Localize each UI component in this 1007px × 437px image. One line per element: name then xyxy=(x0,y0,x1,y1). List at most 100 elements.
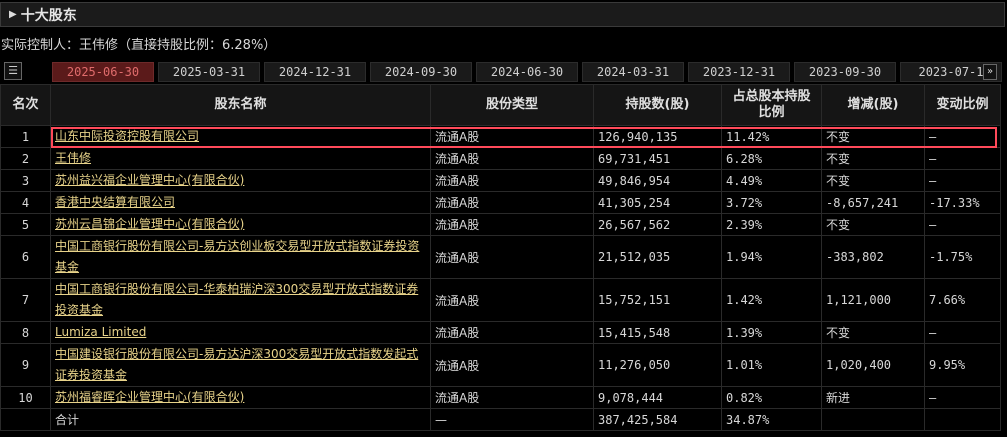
triangle-right-icon: ▶ xyxy=(9,9,17,20)
cell-change-ratio: — xyxy=(924,147,1001,170)
table-row: 2 王伟修 流通A股 69,731,451 6.28% 不变 — xyxy=(0,147,1001,170)
cell-shares: 69,731,451 xyxy=(593,147,722,170)
cell-change: 新进 xyxy=(821,386,925,409)
cell-rank: 6 xyxy=(0,235,51,279)
cell-change: -383,802 xyxy=(821,235,925,279)
actual-controller-info: 实际控制人：王伟修（直接持股比例：6.28%） xyxy=(1,38,277,53)
cell-change: 1,020,400 xyxy=(821,343,925,387)
cell-change: 不变 xyxy=(821,321,925,344)
list-menu-icon[interactable]: ☰ xyxy=(4,62,22,80)
cell-shareholder-name[interactable]: Lumiza Limited xyxy=(50,321,431,344)
tab-period[interactable]: 2024-03-31 xyxy=(582,62,684,82)
cell-ratio: 11.42% xyxy=(721,125,822,148)
header-ratio[interactable]: 占总股本持股比例 xyxy=(721,84,822,126)
cell-ratio: 3.72% xyxy=(721,191,822,214)
cell-ratio: 2.39% xyxy=(721,213,822,236)
tab-period[interactable]: 2024-12-31 xyxy=(264,62,366,82)
top-shareholders-table: 名次 股东名称 股份类型 持股数(股) 占总股本持股比例 增减(股) 变动比例 … xyxy=(0,84,1001,431)
cell-shares: 387,425,584 xyxy=(593,408,722,431)
cell-shares: 26,567,562 xyxy=(593,213,722,236)
tab-period[interactable]: 2023-09-30 xyxy=(794,62,896,82)
cell-total-label: 合计 xyxy=(50,408,431,431)
cell-shares: 11,276,050 xyxy=(593,343,722,387)
header-type[interactable]: 股份类型 xyxy=(430,84,594,126)
cell-change: -8,657,241 xyxy=(821,191,925,214)
table-row: 8 Lumiza Limited 流通A股 15,415,548 1.39% 不变 — xyxy=(0,321,1001,344)
cell-change: 1,121,000 xyxy=(821,278,925,322)
header-shares[interactable]: 持股数(股) xyxy=(593,84,722,126)
cell-change-ratio: — xyxy=(924,169,1001,192)
header-rank[interactable]: 名次 xyxy=(0,84,51,126)
tab-period[interactable]: 2025-03-31 xyxy=(158,62,260,82)
cell-share-type: — xyxy=(430,408,594,431)
table-row: 10 苏州福睿晖企业管理中心(有限合伙) 流通A股 9,078,444 0.82% 新进 — xyxy=(0,386,1001,409)
cell-shareholder-name[interactable]: 中国工商银行股份有限公司-华泰柏瑞沪深300交易型开放式指数证券投资基金 xyxy=(50,278,431,322)
cell-change: 不变 xyxy=(821,125,925,148)
table-header-row: 名次 股东名称 股份类型 持股数(股) 占总股本持股比例 增减(股) 变动比例 xyxy=(0,84,1001,126)
table-row: 1 山东中际投资控股有限公司 流通A股 126,940,135 11.42% 不变 — xyxy=(0,125,1001,148)
table-row: 7 中国工商银行股份有限公司-华泰柏瑞沪深300交易型开放式指数证券投资基金 流通A… xyxy=(0,278,1001,322)
cell-rank: 3 xyxy=(0,169,51,192)
cell-ratio: 34.87% xyxy=(721,408,822,431)
cell-ratio: 6.28% xyxy=(721,147,822,170)
section-header[interactable]: ▶ 十大股东 xyxy=(0,2,1005,27)
cell-change: 不变 xyxy=(821,169,925,192)
cell-shares: 21,512,035 xyxy=(593,235,722,279)
cell-change-ratio: — xyxy=(924,125,1001,148)
cell-share-type: 流通A股 xyxy=(430,169,594,192)
cell-change-ratio: — xyxy=(924,321,1001,344)
cell-rank: 7 xyxy=(0,278,51,322)
cell-shareholder-name[interactable]: 苏州益兴福企业管理中心(有限合伙) xyxy=(50,169,431,192)
cell-rank: 4 xyxy=(0,191,51,214)
cell-ratio: 0.82% xyxy=(721,386,822,409)
cell-rank: 9 xyxy=(0,343,51,387)
cell-shareholder-name[interactable]: 香港中央结算有限公司 xyxy=(50,191,431,214)
cell-shareholder-name[interactable]: 苏州云昌锦企业管理中心(有限合伙) xyxy=(50,213,431,236)
table-row: 3 苏州益兴福企业管理中心(有限合伙) 流通A股 49,846,954 4.49% 不变 — xyxy=(0,169,1001,192)
cell-share-type: 流通A股 xyxy=(430,147,594,170)
cell-rank: 8 xyxy=(0,321,51,344)
cell-shares: 15,752,151 xyxy=(593,278,722,322)
cell-share-type: 流通A股 xyxy=(430,191,594,214)
double-chevron-right-icon[interactable]: » xyxy=(983,64,997,80)
cell-shareholder-name[interactable]: 中国建设银行股份有限公司-易方达沪深300交易型开放式指数发起式证券投资基金 xyxy=(50,343,431,387)
cell-change xyxy=(821,408,925,431)
cell-rank: 2 xyxy=(0,147,51,170)
header-change[interactable]: 增减(股) xyxy=(821,84,925,126)
cell-change-ratio: -17.33% xyxy=(924,191,1001,214)
cell-shareholder-name[interactable]: 苏州福睿晖企业管理中心(有限合伙) xyxy=(50,386,431,409)
cell-change-ratio: 9.95% xyxy=(924,343,1001,387)
tab-period[interactable]: 2024-06-30 xyxy=(476,62,578,82)
table-row: 5 苏州云昌锦企业管理中心(有限合伙) 流通A股 26,567,562 2.39% 不变 — xyxy=(0,213,1001,236)
cell-shareholder-name[interactable]: 王伟修 xyxy=(50,147,431,170)
tab-period[interactable]: 2024-09-30 xyxy=(370,62,472,82)
cell-rank xyxy=(0,408,51,431)
cell-shares: 41,305,254 xyxy=(593,191,722,214)
cell-shares: 126,940,135 xyxy=(593,125,722,148)
cell-shareholder-name[interactable]: 山东中际投资控股有限公司 xyxy=(50,125,431,148)
period-tabs: 2025-06-30 2025-03-31 2024-12-31 2024-09-30… xyxy=(52,62,1006,82)
cell-share-type: 流通A股 xyxy=(430,321,594,344)
cell-ratio: 4.49% xyxy=(721,169,822,192)
cell-change: 不变 xyxy=(821,147,925,170)
cell-change-ratio: — xyxy=(924,386,1001,409)
cell-change-ratio: 7.66% xyxy=(924,278,1001,322)
cell-share-type: 流通A股 xyxy=(430,125,594,148)
cell-ratio: 1.01% xyxy=(721,343,822,387)
cell-share-type: 流通A股 xyxy=(430,213,594,236)
header-name[interactable]: 股东名称 xyxy=(50,84,431,126)
cell-shareholder-name[interactable]: 中国工商银行股份有限公司-易方达创业板交易型开放式指数证券投资基金 xyxy=(50,235,431,279)
cell-shares: 15,415,548 xyxy=(593,321,722,344)
table-total-row: 合计 —387,425,584 34.87% xyxy=(0,408,1001,431)
cell-rank: 5 xyxy=(0,213,51,236)
tab-period[interactable]: 2023-12-31 xyxy=(688,62,790,82)
table-row: 9 中国建设银行股份有限公司-易方达沪深300交易型开放式指数发起式证券投资基金流… xyxy=(0,343,1001,387)
cell-share-type: 流通A股 xyxy=(430,235,594,279)
header-change-ratio[interactable]: 变动比例 xyxy=(924,84,1001,126)
cell-share-type: 流通A股 xyxy=(430,386,594,409)
cell-ratio: 1.94% xyxy=(721,235,822,279)
tab-period[interactable]: 2025-06-30 xyxy=(52,62,154,82)
cell-rank: 1 xyxy=(0,125,51,148)
cell-ratio: 1.42% xyxy=(721,278,822,322)
cell-change-ratio: -1.75% xyxy=(924,235,1001,279)
